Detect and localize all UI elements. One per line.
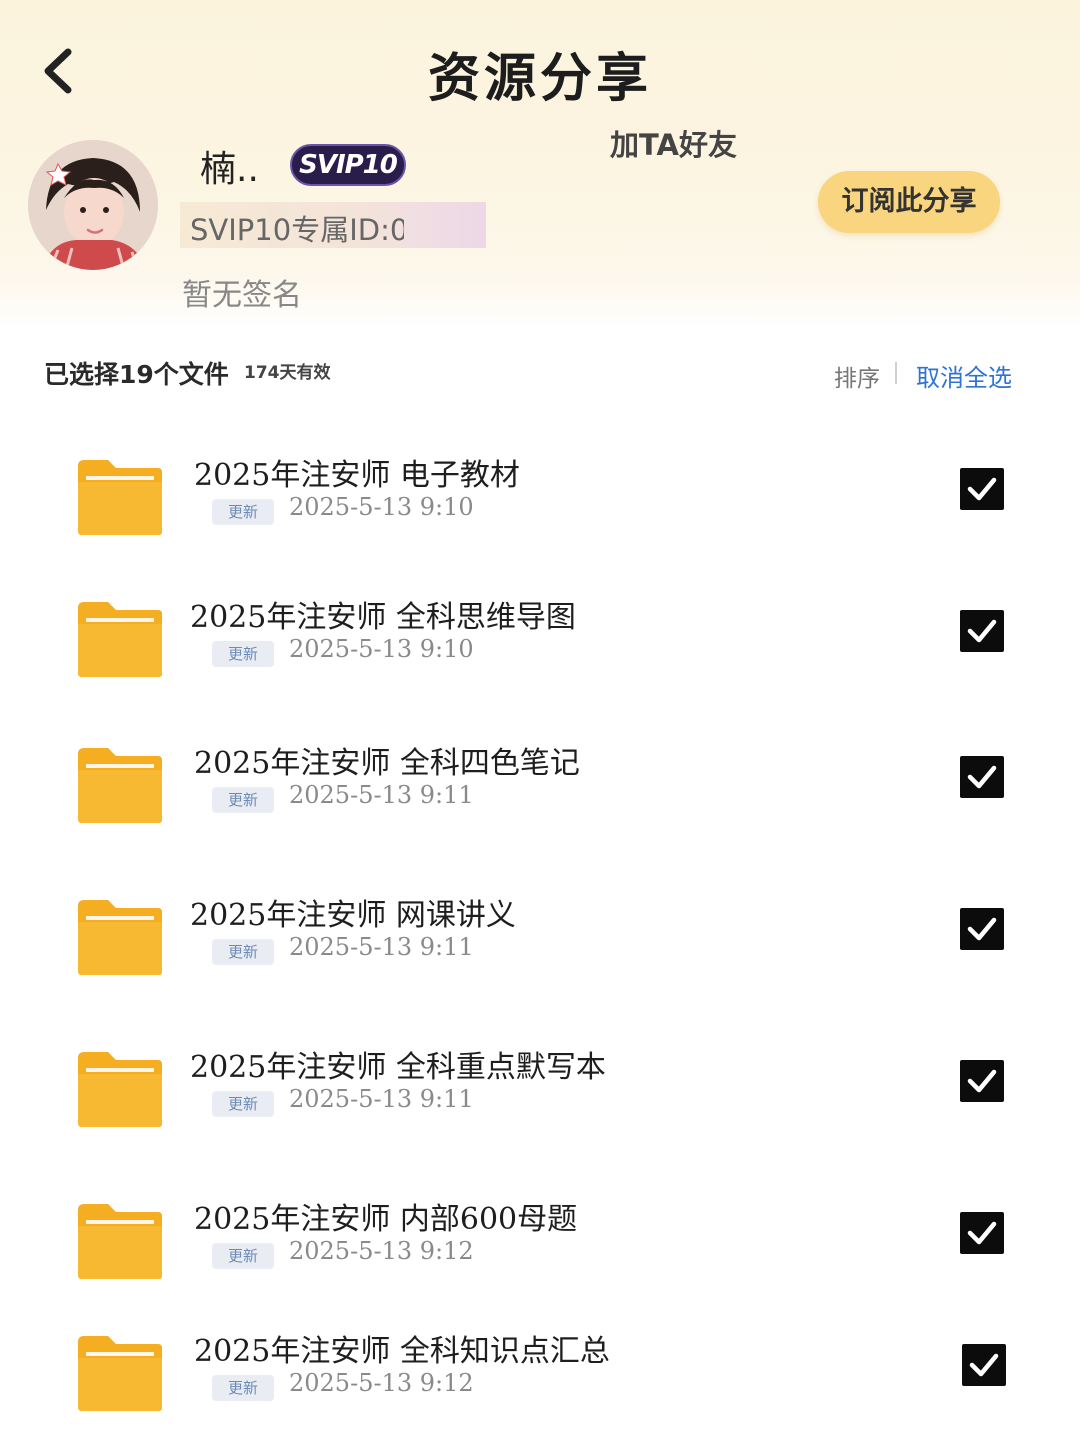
file-name: 2025年注安师 电子教材	[194, 458, 520, 493]
file-row[interactable]: 2025年注安师 全科重点默写本 更新 2025-5-13 9:11	[0, 1042, 1080, 1152]
cancel-select-all-button[interactable]: 取消全选	[916, 358, 1012, 393]
checkmark-icon	[967, 917, 997, 941]
id-blur-mask	[404, 202, 486, 248]
selected-count: 已选择19个文件	[44, 360, 229, 389]
update-time: 2025-5-13 9:12	[289, 1369, 474, 1397]
file-row[interactable]: 2025年注安师 内部600母题 更新 2025-5-13 9:12	[0, 1194, 1080, 1304]
file-name: 2025年注安师 全科四色笔记	[194, 746, 580, 781]
validity-text: 174天有效	[244, 363, 331, 383]
folder-icon	[76, 1202, 164, 1280]
file-name: 2025年注安师 全科重点默写本	[190, 1050, 606, 1085]
username: 楠..	[200, 149, 259, 190]
folder-icon	[76, 746, 164, 824]
file-checkbox[interactable]	[960, 1212, 1004, 1254]
update-time: 2025-5-13 9:11	[289, 1085, 474, 1113]
folder-icon	[76, 458, 164, 536]
user-id-box: SVIP10专属ID:07	[180, 202, 486, 248]
file-checkbox[interactable]	[960, 610, 1004, 652]
file-name: 2025年注安师 全科知识点汇总	[194, 1334, 610, 1369]
vip-badge: SVIP10	[290, 144, 406, 186]
subscribe-button[interactable]: 订阅此分享	[818, 171, 1000, 233]
checkmark-icon	[967, 1069, 997, 1093]
file-checkbox[interactable]	[960, 756, 1004, 798]
file-row[interactable]: 2025年注安师 全科四色笔记 更新 2025-5-13 9:11	[0, 738, 1080, 848]
checkmark-icon	[967, 765, 997, 789]
update-tag: 更新	[212, 787, 274, 813]
file-name: 2025年注安师 网课讲义	[190, 898, 516, 933]
update-tag: 更新	[212, 1091, 274, 1117]
page-title: 资源分享	[427, 49, 652, 109]
file-checkbox[interactable]	[962, 1344, 1006, 1386]
sort-button[interactable]: 排序	[834, 359, 880, 393]
file-checkbox[interactable]	[960, 908, 1004, 950]
user-id: SVIP10专属ID:07	[190, 213, 404, 247]
file-row[interactable]: 2025年注安师 全科思维导图 更新 2025-5-13 9:10	[0, 592, 1080, 702]
signature: 暂无签名	[182, 278, 302, 313]
divider	[895, 362, 897, 384]
update-tag: 更新	[212, 1243, 274, 1269]
checkmark-icon	[969, 1353, 999, 1377]
folder-icon	[76, 898, 164, 976]
file-row[interactable]: 2025年注安师 电子教材 更新 2025-5-13 9:10	[0, 450, 1080, 560]
file-checkbox[interactable]	[960, 468, 1004, 510]
file-checkbox[interactable]	[960, 1060, 1004, 1102]
update-time: 2025-5-13 9:11	[289, 933, 474, 961]
update-time: 2025-5-13 9:12	[289, 1237, 474, 1265]
update-time: 2025-5-13 9:11	[289, 781, 474, 809]
folder-icon	[76, 1050, 164, 1128]
update-time: 2025-5-13 9:10	[289, 493, 474, 521]
add-friend-button[interactable]: 加TA好友	[610, 122, 737, 164]
update-time: 2025-5-13 9:10	[289, 635, 474, 663]
file-row[interactable]: 2025年注安师 全科知识点汇总 更新 2025-5-13 9:12	[0, 1326, 1080, 1436]
checkmark-icon	[967, 619, 997, 643]
avatar[interactable]	[28, 140, 158, 270]
update-tag: 更新	[212, 939, 274, 965]
update-tag: 更新	[212, 499, 274, 525]
update-tag: 更新	[212, 1375, 274, 1401]
update-tag: 更新	[212, 641, 274, 667]
file-name: 2025年注安师 内部600母题	[194, 1202, 578, 1237]
checkmark-icon	[967, 477, 997, 501]
checkmark-icon	[967, 1221, 997, 1245]
file-row[interactable]: 2025年注安师 网课讲义 更新 2025-5-13 9:11	[0, 890, 1080, 1000]
folder-icon	[76, 600, 164, 678]
folder-icon	[76, 1334, 164, 1412]
file-name: 2025年注安师 全科思维导图	[190, 600, 576, 635]
user-avatar-image	[28, 140, 158, 270]
profile-header: 资源分享 楠.. SVIP10 SVIP10专属ID:07 暂无签名 加TA好友…	[0, 0, 1080, 328]
